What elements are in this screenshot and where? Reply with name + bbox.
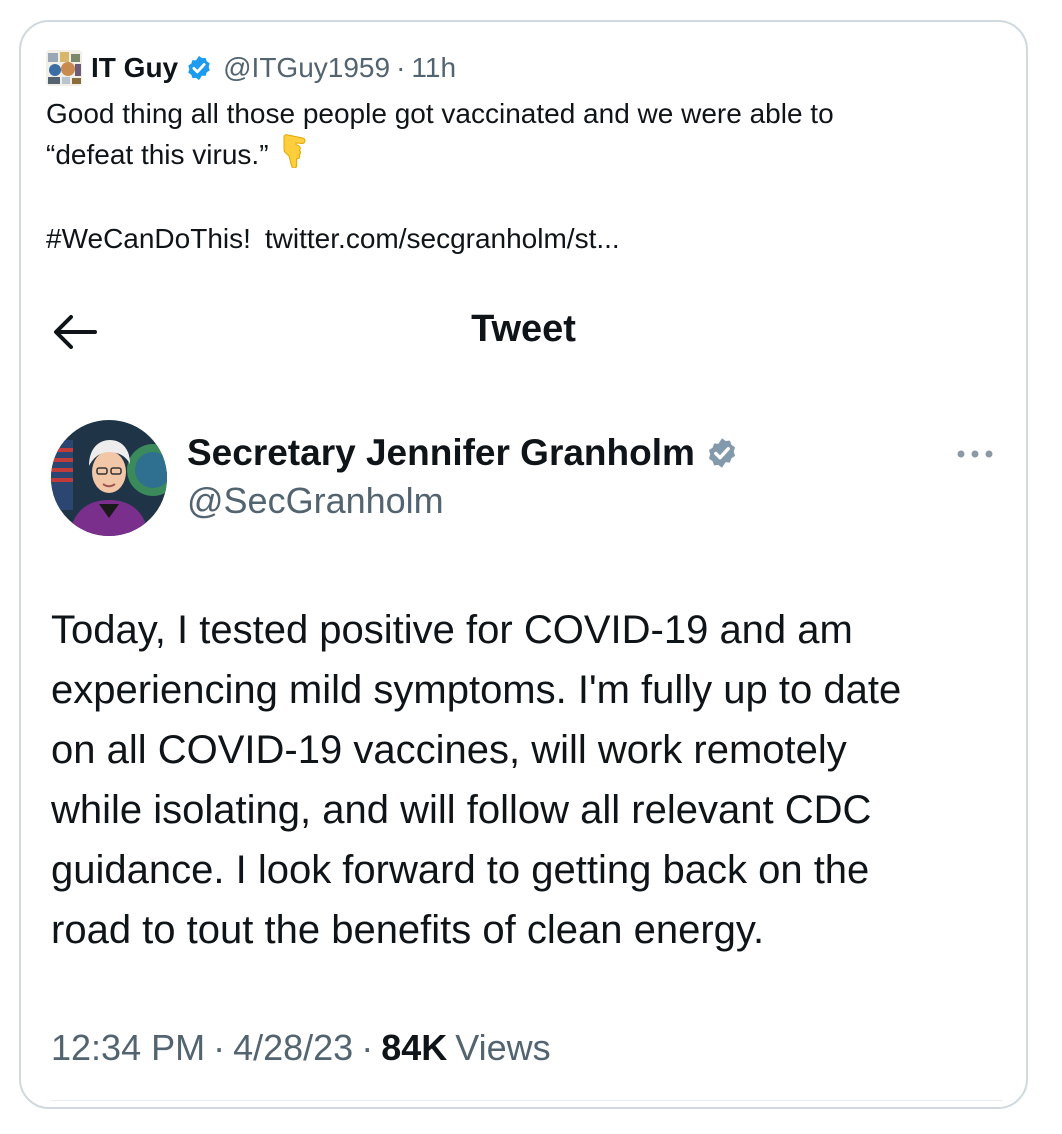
hashtag-link[interactable]: #WeCanDoThis! [46, 223, 251, 254]
quote-text-line: Good thing all those people got vaccinat… [46, 98, 834, 129]
meta-separator-2: · [361, 1027, 374, 1068]
pointing-down-hand-icon [279, 134, 309, 179]
embedded-author-avatar[interactable] [51, 420, 167, 536]
tweet-text-line: experiencing mild symptoms. I'm fully up… [51, 668, 902, 712]
verified-badge-icon [185, 54, 213, 82]
quote-text-line-2: “defeat this virus.” [46, 134, 986, 179]
meta-separator: · [213, 1027, 226, 1068]
views-label[interactable]: Views [455, 1027, 550, 1068]
embedded-author-name[interactable]: Secretary Jennifer Granholm [187, 432, 695, 474]
tweet-timestamp[interactable]: 12:34 PM [51, 1027, 205, 1068]
quote-tweet-card[interactable]: IT Guy @ITGuy1959 · 11h Good thing all t… [19, 20, 1028, 1109]
divider [51, 1100, 1002, 1101]
gray-verified-badge-icon [705, 436, 739, 470]
quote-text-line-3: #WeCanDoThis! twitter.com/secgranholm/st.… [46, 219, 986, 259]
quote-header: IT Guy @ITGuy1959 · 11h [46, 49, 456, 87]
tweet-metadata: 12:34 PM · 4/28/23 · 84K Views [51, 1027, 551, 1069]
tweet-text-line: road to tout the benefits of clean energ… [51, 908, 765, 952]
more-options-icon[interactable] [953, 444, 997, 464]
tweet-text-line: while isolating, and will follow all rel… [51, 788, 872, 832]
author-avatar[interactable] [46, 50, 82, 86]
header-separator: · [396, 52, 406, 83]
views-count[interactable]: 84K [381, 1027, 447, 1068]
tweet-text-line: guidance. I look forward to getting back… [51, 848, 870, 892]
author-name[interactable]: IT Guy [91, 52, 178, 84]
tweet-date[interactable]: 4/28/23 [233, 1027, 353, 1068]
quoted-tweet-link[interactable]: twitter.com/secgranholm/st... [265, 223, 620, 254]
quote-text-segment: “defeat this virus.” [46, 138, 269, 170]
tweet-text-line: Today, I tested positive for COVID-19 an… [51, 608, 853, 652]
author-handle[interactable]: @ITGuy1959 [223, 52, 390, 84]
quote-text: Good thing all those people got vaccinat… [46, 94, 986, 259]
page-title: Tweet [471, 308, 576, 350]
embedded-author-handle[interactable]: @SecGranholm [187, 480, 444, 522]
tweet-text-line: on all COVID-19 vaccines, will work remo… [51, 728, 847, 772]
embedded-author-name-row: Secretary Jennifer Granholm [187, 432, 739, 474]
embedded-tweet-text: Today, I tested positive for COVID-19 an… [51, 600, 1011, 960]
tweet-time[interactable]: 11h [411, 52, 456, 84]
